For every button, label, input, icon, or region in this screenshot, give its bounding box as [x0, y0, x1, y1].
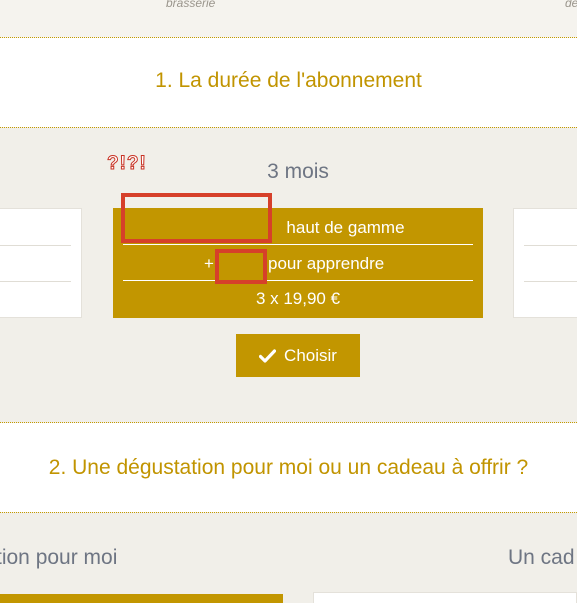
- choose-button[interactable]: Choisir: [236, 334, 360, 377]
- plan-feature-plus: +: [204, 254, 214, 273]
- header-right-fragment: dé: [565, 0, 577, 10]
- plan-card-right-separator: [524, 245, 577, 246]
- divider: [0, 512, 577, 513]
- option-for-me-label[interactable]: tion pour moi: [0, 546, 117, 570]
- option-gift-card[interactable]: [313, 592, 577, 603]
- annotation-marks: ?!?!: [107, 153, 147, 175]
- plan-duration-label: 3 mois: [267, 160, 329, 183]
- plan-row-separator: [123, 244, 473, 245]
- top-strip: brasserie dé: [0, 0, 577, 38]
- plan-card-right[interactable]: [513, 208, 577, 318]
- gift-section-title: 2. Une dégustation pour moi ou un cadeau…: [48, 456, 529, 479]
- header-brasserie-label: brasserie: [166, 0, 216, 10]
- check-icon: [259, 348, 277, 363]
- choose-button-label: Choisir: [284, 345, 337, 365]
- plan-card-left-separator: [0, 245, 71, 246]
- plan-price: 3 x 19,90 €: [255, 289, 341, 308]
- plan-feature-row: + pour apprendre: [113, 246, 483, 282]
- divider: [0, 127, 577, 128]
- plan-feature-text: pour apprendre: [268, 254, 385, 273]
- redaction-box: [121, 193, 272, 243]
- plan-price-row: 3 x 19,90 €: [113, 281, 483, 317]
- option-for-me-card[interactable]: [0, 594, 283, 603]
- redaction-box: [215, 249, 267, 284]
- plan-card-right-separator: [524, 281, 577, 282]
- plan-feature-text: haut de gamme: [286, 218, 405, 237]
- plan-card-left-separator: [0, 281, 71, 282]
- duration-section-title: 1. La durée de l'abonnement: [155, 69, 422, 92]
- option-gift-label[interactable]: Un cad: [508, 546, 575, 570]
- plan-card-left[interactable]: [0, 208, 82, 318]
